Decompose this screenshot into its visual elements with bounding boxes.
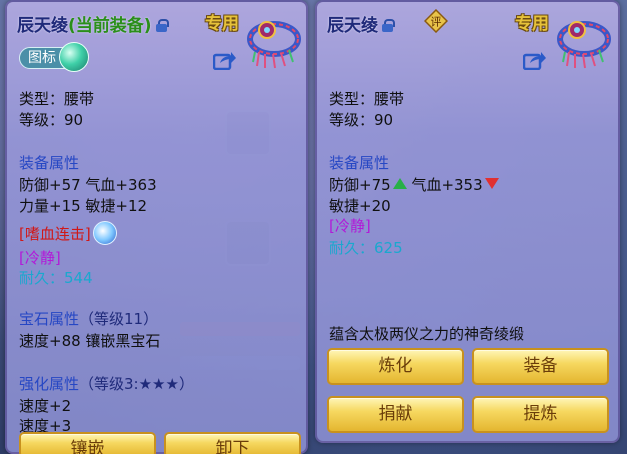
arrow-down-icon xyxy=(484,178,499,189)
item-belt-icon xyxy=(557,21,611,69)
item-name: 辰天绫 xyxy=(17,16,68,36)
enhance-line: 速度+2 xyxy=(19,397,72,415)
defense-stat: 防御+75 xyxy=(329,176,391,194)
enhance-level: （等级3:★★★） xyxy=(79,375,194,393)
enhance-attributes-header: 强化属性 xyxy=(19,375,80,393)
equipped-tag: (当前装备) xyxy=(68,16,152,36)
exclusive-label: 专用 xyxy=(515,14,549,34)
attribute-line: 防御+57 气血+363 xyxy=(19,176,157,194)
compare-item-tooltip: 辰天绫 评 专用 类型：腰带 等级：90 装备属性 防御+75 气血+353 敏… xyxy=(315,0,620,443)
icon-badge-label: 图标 xyxy=(28,50,56,66)
item-description: 蕴含太极两仪之力的神奇绫缎 xyxy=(329,325,525,343)
arrow-up-icon xyxy=(392,178,407,189)
gem-attributes: 宝石属性（等级11） xyxy=(19,308,158,329)
item-belt-icon xyxy=(247,21,301,69)
special-skill-label: [嗜血连击] xyxy=(19,225,91,243)
exclusive-label: 专用 xyxy=(205,14,239,34)
attribute-line: 敏捷+20 xyxy=(329,197,391,215)
durability: 耐久：544 xyxy=(19,269,93,287)
item-name: 辰天绫 xyxy=(327,16,378,36)
item-type: 类型：腰带 xyxy=(329,90,405,108)
rating-icon[interactable]: 评 xyxy=(424,9,448,33)
equipped-item-tooltip: 辰天绫(当前装备) 专用 图标 类型：腰带 等级：90 装备属性 防御+57 气… xyxy=(5,0,308,454)
item-title: 辰天绫 xyxy=(327,11,395,36)
hp-stat: 气血+353 xyxy=(411,176,483,194)
rating-label: 评 xyxy=(431,16,442,29)
item-level: 等级：90 xyxy=(329,111,394,129)
gem-level: （等级11） xyxy=(79,310,159,328)
equipment-attributes-header: 装备属性 xyxy=(329,154,390,172)
special-effect: [冷静] xyxy=(329,217,371,235)
donate-button[interactable]: 捐献 xyxy=(327,396,464,433)
item-level: 等级：90 xyxy=(19,111,84,129)
gem-line: 速度+88 镶嵌黑宝石 xyxy=(19,332,161,350)
lock-icon[interactable] xyxy=(155,19,169,32)
equip-button[interactable]: 装备 xyxy=(472,348,609,385)
durability: 耐久：625 xyxy=(329,239,403,257)
inlay-button[interactable]: 镶嵌 xyxy=(19,432,156,454)
equipment-attributes-header: 装备属性 xyxy=(19,154,80,172)
skill-icon[interactable] xyxy=(92,221,117,245)
gem-attributes-header: 宝石属性 xyxy=(19,310,80,328)
extract-button[interactable]: 提炼 xyxy=(472,396,609,433)
special-effect: [冷静] xyxy=(19,249,61,267)
item-title: 辰天绫(当前装备) xyxy=(17,11,169,36)
share-icon[interactable] xyxy=(523,50,547,70)
share-icon[interactable] xyxy=(213,50,237,70)
special-skill: [嗜血连击] xyxy=(19,221,117,245)
badge-orb-icon xyxy=(59,42,89,72)
attribute-line: 防御+75 气血+353 xyxy=(329,174,499,195)
unequip-button[interactable]: 卸下 xyxy=(164,432,301,454)
enhance-attributes: 强化属性（等级3:★★★） xyxy=(19,373,194,394)
refine-button[interactable]: 炼化 xyxy=(327,348,464,385)
item-type: 类型：腰带 xyxy=(19,90,95,108)
attribute-line: 力量+15 敏捷+12 xyxy=(19,197,148,215)
lock-icon[interactable] xyxy=(382,19,395,32)
